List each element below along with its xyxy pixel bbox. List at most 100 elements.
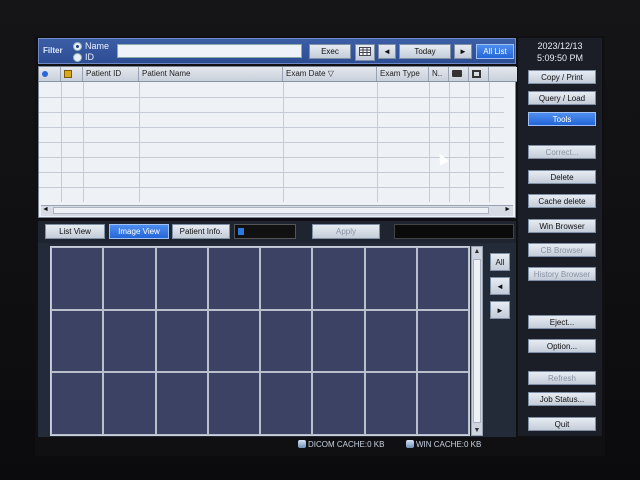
table-row[interactable]: [39, 187, 504, 188]
image-cell[interactable]: [51, 247, 104, 310]
image-cell[interactable]: [155, 247, 208, 310]
select-column-header[interactable]: [39, 67, 61, 81]
camera-column-header[interactable]: [449, 67, 469, 81]
exam-type-header[interactable]: Exam Type: [377, 67, 429, 81]
scroll-thumb[interactable]: [473, 259, 481, 423]
lock-column-header[interactable]: [61, 67, 83, 81]
filter-label: Filter: [43, 46, 63, 55]
correct-button[interactable]: Correct...: [528, 145, 596, 159]
vertical-scrollbar[interactable]: ▲ ▼: [471, 246, 483, 436]
status-field: [394, 224, 514, 239]
image-cell[interactable]: [416, 309, 469, 373]
patient-id-header[interactable]: Patient ID: [83, 67, 139, 81]
prev-page-button[interactable]: ◄: [490, 277, 510, 295]
image-cell[interactable]: [51, 309, 104, 373]
exam-date-header[interactable]: Exam Date ▽: [283, 67, 377, 81]
filter-bar: Filter Name ID Exec ◄ Today ► All List: [38, 38, 516, 64]
date-label: 2023/12/13: [537, 41, 583, 51]
image-cell[interactable]: [364, 309, 417, 373]
scroll-down-icon[interactable]: ▼: [473, 427, 481, 434]
table-row[interactable]: [39, 157, 504, 158]
image-cell[interactable]: [207, 372, 260, 435]
image-cell[interactable]: [416, 372, 469, 435]
table-row[interactable]: [39, 97, 504, 98]
image-view-tab[interactable]: Image View: [109, 224, 169, 239]
database-icon: [406, 440, 414, 448]
table-row[interactable]: [39, 142, 504, 143]
image-cell[interactable]: [364, 372, 417, 435]
film-column-header[interactable]: [469, 67, 489, 81]
next-date-button[interactable]: ►: [454, 44, 472, 59]
image-cell[interactable]: [103, 372, 156, 435]
image-cell[interactable]: [103, 247, 156, 310]
eject-button[interactable]: Eject...: [528, 315, 596, 329]
history-browser-button[interactable]: History Browser: [528, 267, 596, 281]
image-cell[interactable]: [103, 309, 156, 373]
win-cache-text: WIN CACHE:0 KB: [416, 440, 482, 449]
copy-print-button[interactable]: Copy / Print: [528, 70, 596, 84]
right-command-panel: 2023/12/13 5:09:50 PM Copy / Print Query…: [518, 38, 602, 436]
image-cell[interactable]: [312, 309, 365, 373]
patient-info-tab[interactable]: Patient Info.: [172, 224, 230, 239]
patient-list[interactable]: Patient ID Patient Name Exam Date ▽ Exam…: [38, 66, 517, 218]
delete-button[interactable]: Delete: [528, 170, 596, 184]
list-header: Patient ID Patient Name Exam Date ▽ Exam…: [39, 67, 517, 82]
image-cell[interactable]: [364, 247, 417, 310]
patient-name-header[interactable]: Patient Name: [139, 67, 283, 81]
option-button[interactable]: Option...: [528, 339, 596, 353]
table-row[interactable]: [39, 127, 504, 128]
image-cell[interactable]: [416, 247, 469, 310]
apply-button[interactable]: Apply: [312, 224, 380, 239]
filter-input[interactable]: [117, 44, 302, 58]
time-label: 5:09:50 PM: [536, 53, 584, 63]
image-cell[interactable]: [155, 372, 208, 435]
today-button[interactable]: Today: [399, 44, 451, 59]
calendar-button[interactable]: [355, 44, 375, 61]
id-radio[interactable]: [73, 53, 82, 62]
tools-button[interactable]: Tools: [528, 112, 596, 126]
date-time: 2023/12/13 5:09:50 PM: [518, 40, 602, 64]
image-cell[interactable]: [312, 372, 365, 435]
number-header[interactable]: N..: [429, 67, 449, 81]
image-cell[interactable]: [260, 309, 313, 373]
refresh-button[interactable]: Refresh: [528, 371, 596, 385]
progress-fill: [238, 228, 244, 235]
thumbnail-grid: [50, 246, 470, 436]
right-arrow-icon: ►: [496, 306, 504, 315]
table-row[interactable]: [39, 172, 504, 173]
scroll-left-icon[interactable]: ◄: [42, 206, 49, 213]
exec-button[interactable]: Exec: [309, 44, 351, 59]
image-cell[interactable]: [207, 309, 260, 373]
scroll-up-icon[interactable]: ▲: [473, 248, 481, 255]
next-page-button[interactable]: ►: [490, 301, 510, 319]
cache-delete-button[interactable]: Cache delete: [528, 194, 596, 208]
left-arrow-icon: ◄: [496, 282, 504, 291]
win-browser-button[interactable]: Win Browser: [528, 219, 596, 233]
dicom-cache-text: DICOM CACHE:0 KB: [308, 440, 385, 449]
scroll-thumb[interactable]: [53, 207, 489, 214]
progress-indicator: [234, 224, 296, 239]
image-grid-panel: ▲ ▼ All ◄ ►: [38, 243, 516, 437]
image-cell[interactable]: [155, 309, 208, 373]
scroll-right-icon[interactable]: ►: [504, 206, 511, 213]
image-cell[interactable]: [207, 247, 260, 310]
all-list-button[interactable]: All List: [476, 44, 514, 59]
image-cell[interactable]: [51, 372, 104, 435]
image-cell[interactable]: [312, 247, 365, 310]
cb-browser-button[interactable]: CB Browser: [528, 243, 596, 257]
win-cache-status: WIN CACHE:0 KB: [406, 440, 481, 449]
list-view-tab[interactable]: List View: [45, 224, 105, 239]
prev-date-button[interactable]: ◄: [378, 44, 396, 59]
left-arrow-icon: ◄: [383, 47, 391, 56]
image-cell[interactable]: [260, 372, 313, 435]
image-cell[interactable]: [260, 247, 313, 310]
database-icon: [298, 440, 306, 448]
horizontal-scrollbar[interactable]: ◄ ►: [41, 205, 513, 216]
name-radio-label: Name: [85, 41, 110, 51]
all-images-button[interactable]: All: [490, 253, 510, 271]
quit-button[interactable]: Quit: [528, 417, 596, 431]
query-load-button[interactable]: Query / Load: [528, 91, 596, 105]
job-status-button[interactable]: Job Status...: [528, 392, 596, 406]
name-radio[interactable]: [73, 42, 82, 51]
table-row[interactable]: [39, 112, 504, 113]
